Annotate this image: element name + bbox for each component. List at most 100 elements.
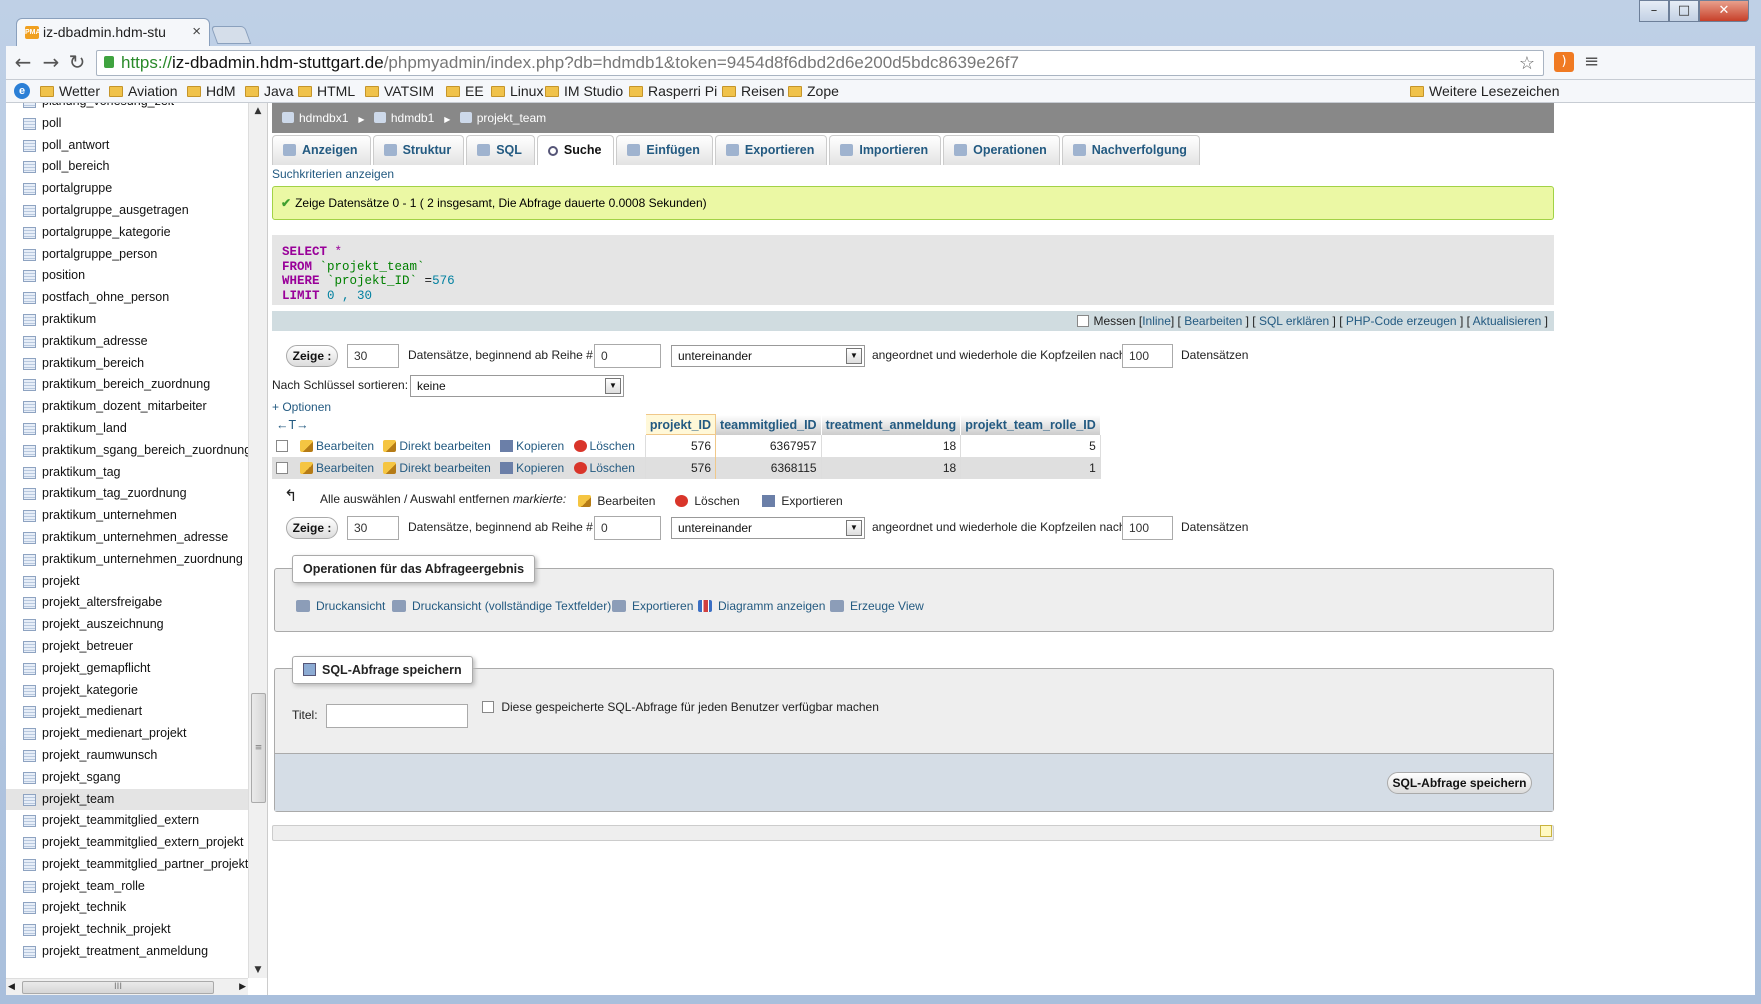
table-icon[interactable] (23, 706, 36, 719)
table-cell[interactable]: 18 (821, 456, 962, 479)
sidebar-table-item[interactable]: portalgruppe_ausgetragen (6, 200, 248, 222)
sidebar-table-item[interactable]: projekt_technik (6, 897, 248, 919)
minimize-button[interactable]: – (1639, 0, 1669, 22)
bookmark-folder[interactable]: HTML (298, 80, 355, 102)
sidebar-table-item[interactable]: projekt_sgang (6, 767, 248, 789)
scroll-right-icon[interactable]: ▶ (239, 979, 246, 995)
table-icon[interactable] (23, 662, 36, 675)
table-icon[interactable] (23, 771, 36, 784)
sidebar-table-label[interactable]: praktikum_tag (42, 465, 121, 479)
sidebar-table-label[interactable]: projekt_teammitglied_extern (42, 813, 199, 827)
column-header[interactable]: teammitglied_ID (715, 414, 822, 435)
browser-tab[interactable]: PMA iz-dbadmin.hdm-stu × (16, 18, 210, 46)
bookmark-folder[interactable]: Java (245, 80, 294, 102)
sidebar-table-item[interactable]: projekt_gemapflicht (6, 658, 248, 680)
sidebar-table-item[interactable]: projekt_team (6, 788, 248, 811)
sidebar-table-label[interactable]: praktikum_tag_zuordnung (42, 486, 187, 500)
rows-count-input[interactable]: 30 (347, 344, 399, 368)
edit-row-link[interactable]: Bearbeiten (300, 461, 374, 475)
table-icon[interactable] (23, 531, 36, 544)
bookmark-title-input[interactable] (326, 704, 468, 728)
sidebar-table-label[interactable]: praktikum_unternehmen (42, 508, 177, 522)
refresh-link[interactable]: Aktualisieren (1473, 314, 1542, 328)
scroll-left-icon[interactable]: ◀ (8, 979, 15, 995)
column-header[interactable]: projekt_team_rolle_ID (960, 414, 1101, 435)
table-icon[interactable] (23, 117, 36, 130)
sidebar-table-item[interactable]: portalgruppe_person (6, 244, 248, 266)
sidebar-table-label[interactable]: projekt_gemapflicht (42, 661, 150, 675)
options-toggle[interactable]: + Optionen (272, 400, 331, 414)
scroll-down-icon[interactable]: ▼ (249, 962, 267, 978)
inline-edit-row-link[interactable]: Direkt bearbeiten (383, 461, 491, 475)
other-bookmarks[interactable]: Weitere Lesezeichen (1410, 80, 1559, 102)
bookmark-star-icon[interactable]: ☆ (1519, 51, 1535, 75)
bulk-edit-button[interactable]: Bearbeiten (578, 494, 655, 508)
sidebar-table-item[interactable]: projekt (6, 571, 248, 593)
tab-nachverfolgung[interactable]: Nachverfolgung (1061, 135, 1200, 165)
tab-einfuegen[interactable]: Einfügen (616, 135, 713, 165)
select-all-link[interactable]: Alle auswählen / Auswahl entfernen (320, 492, 509, 506)
table-icon[interactable] (23, 401, 36, 414)
table-icon[interactable] (23, 270, 36, 283)
sidebar-table-item[interactable]: praktikum_bereich (6, 353, 248, 375)
sidebar-table-label[interactable]: praktikum_land (42, 421, 127, 435)
scroll-thumb[interactable]: ≡ (251, 693, 266, 803)
sidebar-table-label[interactable]: praktikum_adresse (42, 334, 148, 348)
table-icon[interactable] (23, 858, 36, 871)
sidebar-table-label[interactable]: projekt_treatment_anmeldung (42, 944, 208, 958)
print-view-full-link[interactable]: Druckansicht (vollständige Textfelder) (392, 599, 611, 613)
sidebar-table-item[interactable]: projekt_team_rolle (6, 876, 248, 898)
sidebar-table-item[interactable]: praktikum_unternehmen_adresse (6, 527, 248, 549)
tab-close-icon[interactable]: × (192, 19, 201, 45)
sidebar-table-label[interactable]: portalgruppe (42, 181, 112, 195)
shared-bookmark-checkbox[interactable] (482, 701, 494, 713)
sidebar-table-label[interactable]: projekt_altersfreigabe (42, 595, 162, 609)
table-cell[interactable]: 6367957 (715, 434, 822, 457)
sidebar-vertical-scrollbar[interactable]: ▲ ≡ ▼ (248, 103, 267, 978)
sidebar-table-item[interactable]: projekt_betreuer (6, 636, 248, 658)
new-tab-button[interactable] (210, 26, 252, 44)
reload-icon[interactable]: ↻ (64, 50, 90, 76)
table-icon[interactable] (23, 379, 36, 392)
sidebar-table-item[interactable]: praktikum_land (6, 418, 248, 440)
breadcrumb-database[interactable]: hdmdb1 (373, 111, 440, 125)
tab-struktur[interactable]: Struktur (372, 135, 465, 165)
table-icon[interactable] (23, 619, 36, 632)
table-icon[interactable] (23, 248, 36, 261)
sidebar-table-label[interactable]: projekt_technik (42, 900, 126, 914)
sidebar-table-label[interactable]: poll_bereich (42, 159, 109, 173)
sidebar-table-label[interactable]: praktikum_dozent_mitarbeiter (42, 399, 207, 413)
tab-anzeigen[interactable]: Anzeigen (272, 135, 371, 165)
table-icon[interactable] (23, 793, 36, 806)
inline-edit-row-link[interactable]: Direkt bearbeiten (383, 439, 491, 453)
rss-icon[interactable]: ) (1554, 52, 1574, 72)
table-icon[interactable] (23, 422, 36, 435)
sidebar-table-label[interactable]: praktikum_unternehmen_adresse (42, 530, 228, 544)
tab-suche[interactable]: Suche (536, 135, 615, 165)
bookmark-folder[interactable]: Zope (788, 80, 839, 102)
bulk-export-button[interactable]: Exportieren (762, 494, 843, 508)
sidebar-table-item[interactable]: praktikum_tag (6, 462, 248, 484)
start-row-input[interactable]: 0 (594, 344, 661, 368)
column-arrows[interactable]: ←T→ (272, 414, 646, 435)
table-icon[interactable] (23, 292, 36, 305)
bookmark-folder[interactable]: EE (446, 80, 484, 102)
column-header[interactable]: projekt_ID (644, 414, 717, 435)
explain-sql-link[interactable]: SQL erklären (1259, 314, 1329, 328)
sidebar-table-item[interactable]: projekt_medienart_projekt (6, 723, 248, 745)
tab-operationen[interactable]: Operationen (943, 135, 1060, 165)
rows-count-input[interactable]: 30 (347, 516, 399, 540)
sidebar-table-item[interactable]: portalgruppe (6, 178, 248, 200)
table-icon[interactable] (23, 837, 36, 850)
sidebar-table-label[interactable]: postfach_ohne_person (42, 290, 169, 304)
show-search-criteria-link[interactable]: Suchkriterien anzeigen (272, 167, 394, 181)
table-icon[interactable] (23, 902, 36, 915)
sidebar-table-item[interactable]: projekt_auszeichnung (6, 614, 248, 636)
bookmark-folder[interactable]: Rasperri Pi (629, 80, 717, 102)
sidebar-table-label[interactable]: poll (42, 116, 61, 130)
bookmark-folder[interactable]: Linux (491, 80, 543, 102)
sidebar-table-label[interactable]: praktikum (42, 312, 96, 326)
sidebar-table-item[interactable]: projekt_technik_projekt (6, 919, 248, 941)
sidebar-table-label[interactable]: projekt_teammitglied_extern_projekt (42, 835, 244, 849)
sidebar-table-label[interactable]: portalgruppe_ausgetragen (42, 203, 189, 217)
